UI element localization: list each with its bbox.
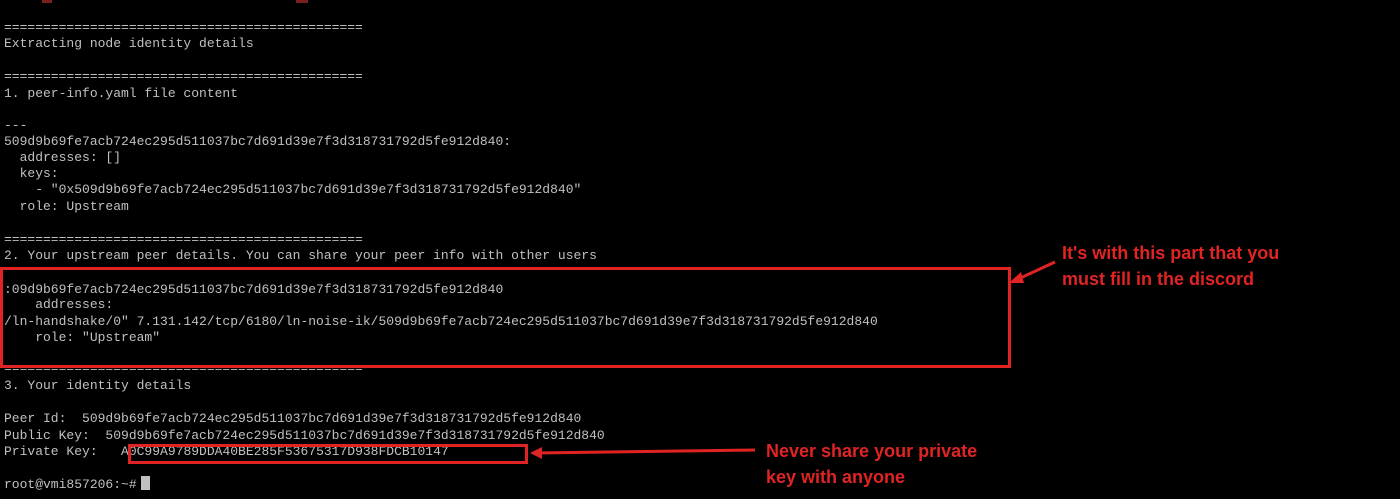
private-key-annotation: Never share your private key with anyone xyxy=(766,441,978,487)
discord-arrow-head xyxy=(1009,272,1024,283)
private-key-arrow-line xyxy=(535,448,756,455)
terminal-window[interactable]: ========================================… xyxy=(0,0,1400,499)
discord-annotation: It's with this part that you must fill i… xyxy=(1062,243,1280,289)
private-key-arrow-head xyxy=(530,447,542,459)
